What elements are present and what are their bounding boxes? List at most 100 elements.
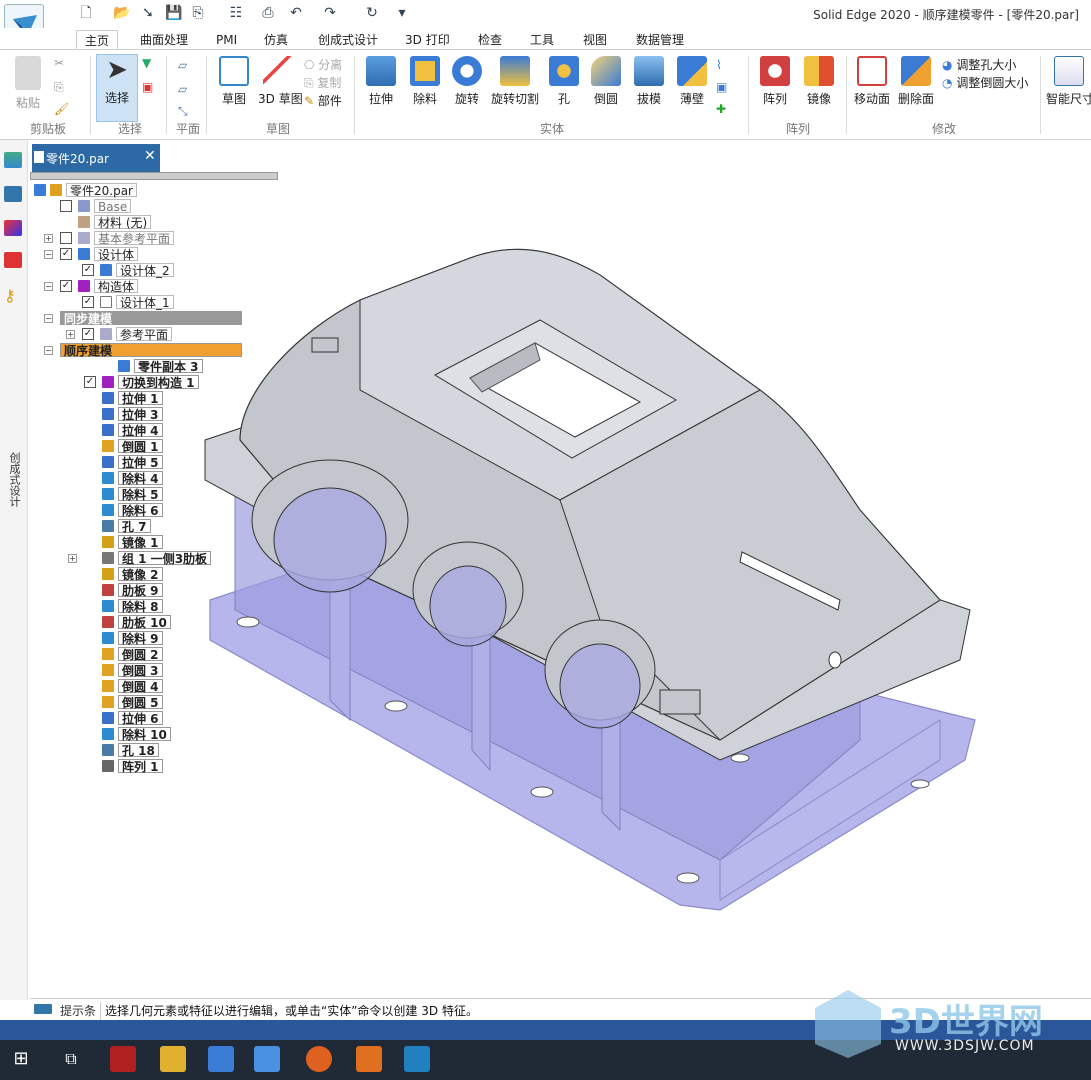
- pattern-button[interactable]: 阵列: [756, 56, 794, 107]
- paste-button[interactable]: 粘贴: [10, 56, 46, 111]
- family-table-icon[interactable]: [4, 252, 22, 268]
- part-icon: [34, 184, 46, 196]
- plane-coincident-icon[interactable]: ▱: [178, 58, 187, 72]
- revolve-button[interactable]: 旋转: [448, 56, 486, 107]
- app-icon[interactable]: [110, 1046, 136, 1072]
- bearing-bore-mid: [429, 565, 507, 647]
- pathfinder-icon[interactable]: [4, 152, 22, 168]
- start-icon[interactable]: ⊞: [8, 1046, 34, 1072]
- repeat-icon[interactable]: ↻: [362, 4, 382, 22]
- properties-icon[interactable]: ☷: [226, 4, 246, 22]
- mirror-button[interactable]: 镜像: [800, 56, 838, 107]
- redo-icon[interactable]: ↷: [320, 4, 340, 22]
- undo-icon[interactable]: ↶: [286, 4, 306, 22]
- cut-icon[interactable]: ✂: [54, 56, 64, 70]
- tree-feature-label: 除料 9: [118, 631, 163, 646]
- expand-icon[interactable]: +: [66, 330, 75, 339]
- checkbox-checked[interactable]: ✓: [82, 296, 94, 308]
- tree-construction-body-label: 构造体: [94, 279, 139, 294]
- sketch-3d-icon: [263, 56, 293, 86]
- move-face-button[interactable]: 移动面: [852, 56, 892, 107]
- select-button[interactable]: ➤ 选择: [96, 54, 138, 122]
- store-icon[interactable]: [208, 1046, 234, 1072]
- union-icon[interactable]: ▣: [716, 80, 727, 94]
- save-icon[interactable]: 💾: [164, 4, 184, 22]
- split-button[interactable]: ⎔ 分离: [304, 56, 342, 73]
- hole-button[interactable]: 孔: [548, 56, 580, 107]
- resize-round-button[interactable]: ◔ 调整倒圆大小: [942, 74, 1028, 91]
- checkbox-checked[interactable]: ✓: [84, 376, 96, 388]
- tab-pmi[interactable]: PMI: [216, 30, 237, 50]
- checkbox-checked[interactable]: ✓: [82, 328, 94, 340]
- tab-surfacing[interactable]: 曲面处理: [140, 30, 188, 50]
- tab-view[interactable]: 视图: [583, 30, 607, 50]
- checkbox-checked[interactable]: ✓: [82, 264, 94, 276]
- paste-label: 粘贴: [15, 96, 40, 110]
- tab-simulation[interactable]: 仿真: [264, 30, 288, 50]
- coordinate-system-icon[interactable]: ⤡: [178, 104, 188, 119]
- group-sketch-label: 草图: [266, 122, 291, 136]
- feature-icon: [102, 696, 114, 708]
- split-label: 分离: [318, 58, 343, 72]
- expand-icon[interactable]: +: [68, 554, 77, 563]
- sketch-3d-button[interactable]: 3D 草图: [258, 56, 303, 107]
- filter-icon[interactable]: ▼: [142, 56, 151, 70]
- collapse-icon[interactable]: −: [44, 346, 53, 355]
- select-tools-icon[interactable]: ▣: [142, 80, 153, 94]
- tab-home[interactable]: 主页: [76, 30, 119, 50]
- collapse-icon[interactable]: −: [44, 282, 53, 291]
- document-tab[interactable]: 零件20.par ✕: [32, 144, 160, 172]
- resize-hole-button[interactable]: ◕ 调整孔大小: [942, 56, 1016, 73]
- open-icon[interactable]: 📂: [112, 4, 132, 22]
- checkbox[interactable]: [60, 232, 72, 244]
- add-body-icon[interactable]: ⌇: [716, 58, 722, 72]
- tree-feature-label: 拉伸 4: [118, 423, 163, 438]
- appearance-icon[interactable]: [4, 220, 22, 236]
- customize-icon[interactable]: ▾: [392, 4, 412, 22]
- generative-design-label[interactable]: 创成式设计: [6, 452, 22, 507]
- close-icon[interactable]: ✕: [144, 148, 156, 164]
- delete-face-button[interactable]: 删除面: [896, 56, 936, 107]
- checkbox-checked[interactable]: ✓: [60, 280, 72, 292]
- thinwall-button[interactable]: 薄壁: [674, 56, 710, 107]
- info-icon[interactable]: ➘: [138, 4, 158, 22]
- task-view-icon[interactable]: ⧉: [58, 1046, 84, 1072]
- app-icon[interactable]: [404, 1046, 430, 1072]
- revolve-cut-button[interactable]: 旋转切割: [488, 56, 542, 107]
- round-button[interactable]: 倒圆: [588, 56, 624, 107]
- checkbox-checked[interactable]: ✓: [60, 248, 72, 260]
- part-button[interactable]: ✎ 部件: [304, 92, 342, 109]
- key-icon[interactable]: ⚷: [4, 286, 22, 305]
- copy-icon[interactable]: ⎘: [54, 80, 64, 95]
- tree-feature-label: 倒圆 2: [118, 647, 163, 662]
- firefox-icon[interactable]: [306, 1046, 332, 1072]
- tab-inspect[interactable]: 检查: [478, 30, 502, 50]
- sketch-button[interactable]: 草图: [214, 56, 254, 107]
- extrude-button[interactable]: 拉伸: [362, 56, 400, 107]
- draft-button[interactable]: 拔模: [630, 56, 668, 107]
- clipboard-icon[interactable]: ⎙: [258, 4, 278, 22]
- layers-icon[interactable]: [4, 186, 22, 202]
- cut-button[interactable]: 除料: [406, 56, 444, 107]
- solid-edge-icon[interactable]: [254, 1046, 280, 1072]
- new-icon[interactable]: 🗋: [76, 4, 96, 22]
- format-painter-icon[interactable]: 🖌: [54, 102, 69, 116]
- tab-3d-print[interactable]: 3D 打印: [405, 30, 450, 50]
- tab-generative[interactable]: 创成式设计: [318, 30, 378, 50]
- add-feature-icon[interactable]: ✚: [716, 102, 726, 116]
- tree-feature-label: 倒圆 4: [118, 679, 163, 694]
- expand-icon[interactable]: +: [44, 234, 53, 243]
- plane-parallel-icon[interactable]: ▱: [178, 82, 187, 96]
- save-as-icon[interactable]: ⎘: [188, 4, 208, 22]
- tab-tools[interactable]: 工具: [530, 30, 554, 50]
- tab-data-management[interactable]: 数据管理: [636, 30, 684, 50]
- feature-icon: [102, 552, 114, 564]
- collapse-icon[interactable]: −: [44, 250, 53, 259]
- pdf-icon[interactable]: [356, 1046, 382, 1072]
- pathfinder-scrollbar[interactable]: [30, 172, 278, 180]
- collapse-icon[interactable]: −: [44, 314, 53, 323]
- copy-sketch-button[interactable]: ⎘ 复制: [304, 74, 341, 91]
- smart-dimension-button[interactable]: 智能尺寸: [1046, 56, 1091, 107]
- file-explorer-icon[interactable]: [160, 1046, 186, 1072]
- checkbox[interactable]: [60, 200, 72, 212]
